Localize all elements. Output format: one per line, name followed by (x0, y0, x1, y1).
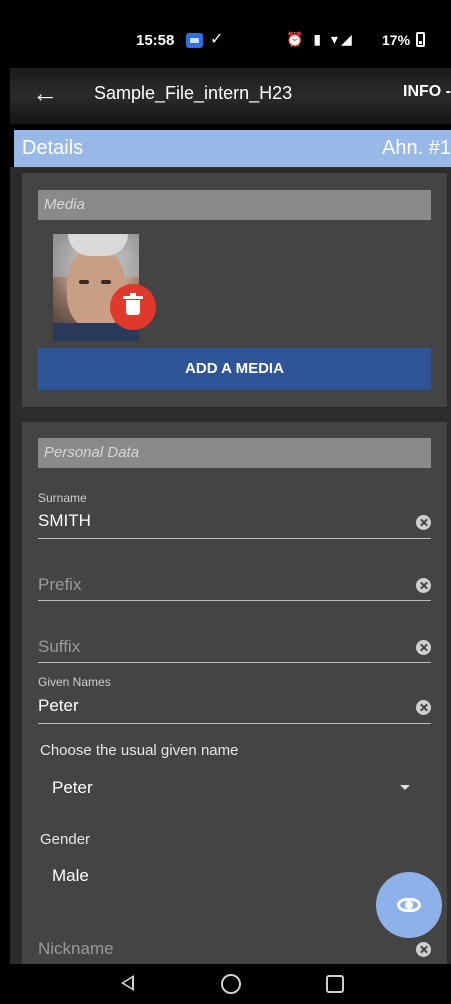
person-id: Ahn. #1 (382, 137, 451, 159)
back-arrow-icon[interactable]: ← (32, 78, 58, 109)
add-media-button[interactable]: ADD A MEDIA (38, 348, 431, 390)
media-section-header: Media (38, 190, 431, 220)
gender-select[interactable]: Male (40, 856, 418, 896)
surname-value[interactable]: SMITH (38, 511, 91, 531)
app-title: Sample_File_intern_H23 (94, 83, 293, 103)
status-icons: ⏰ ▮ ▾◢ (286, 31, 355, 47)
nickname-field[interactable]: Nickname (38, 924, 431, 964)
info-menu-button[interactable]: INFO - (403, 83, 451, 101)
app-bar: ← Sample_File_intern_H23 INFO - (10, 68, 451, 124)
prefix-placeholder[interactable]: Prefix (38, 575, 81, 595)
nav-recents-icon[interactable] (326, 975, 344, 993)
surname-field[interactable]: Surname SMITH (38, 488, 431, 544)
suffix-field[interactable]: Suffix (38, 622, 431, 670)
clear-prefix-icon[interactable] (416, 578, 431, 593)
nav-back-icon[interactable] (121, 975, 134, 991)
notification-icon (186, 33, 203, 48)
usual-name-select[interactable]: Peter (40, 768, 418, 808)
clear-surname-icon[interactable] (416, 515, 431, 530)
check-icon: ✓ (210, 31, 224, 48)
details-label: Details (22, 137, 84, 159)
nav-home-icon[interactable] (221, 974, 241, 994)
nickname-placeholder[interactable]: Nickname (38, 939, 114, 959)
status-bar: 15:58 ✓ ⏰ ▮ ▾◢ 17% (10, 12, 443, 68)
prefix-field[interactable]: Prefix (38, 560, 431, 608)
clear-suffix-icon[interactable] (416, 640, 431, 655)
clear-given-names-icon[interactable] (416, 700, 431, 715)
given-names-value[interactable]: Peter (38, 696, 79, 716)
details-header: Details Ahn. #1 (14, 130, 451, 167)
usual-name-value: Peter (52, 778, 93, 797)
clear-nickname-icon[interactable] (416, 942, 431, 957)
media-card: Media ADD A MEDIA (22, 173, 447, 407)
delete-media-button[interactable] (110, 284, 156, 330)
status-time: 15:58 (136, 32, 175, 49)
suffix-placeholder[interactable]: Suffix (38, 637, 80, 657)
details-content[interactable]: Media ADD A MEDIA Personal Data Surname … (10, 167, 451, 964)
battery-percent: 17% (382, 32, 411, 48)
dropdown-caret-icon (400, 785, 410, 790)
personal-data-section-header: Personal Data (38, 438, 431, 468)
gender-value: Male (52, 866, 89, 885)
surname-label: Surname (38, 491, 87, 505)
battery-icon (416, 32, 425, 47)
given-names-label: Given Names (38, 675, 111, 689)
system-nav-bar (10, 964, 451, 1004)
given-names-field[interactable]: Given Names Peter (38, 672, 431, 728)
usual-name-label: Choose the usual given name (40, 742, 239, 759)
gender-label: Gender (40, 831, 91, 848)
preview-fab-button[interactable] (376, 872, 442, 938)
